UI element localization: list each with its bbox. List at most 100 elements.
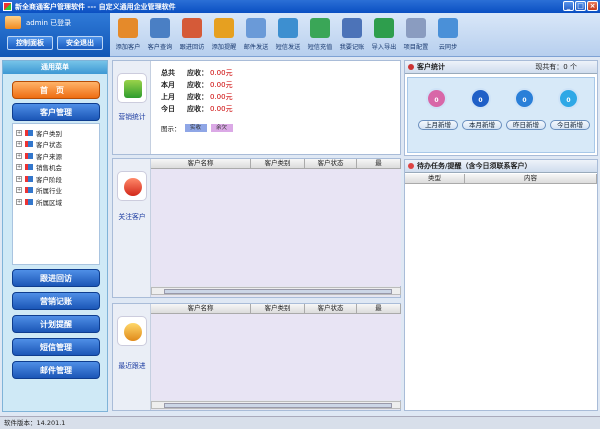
recent-followup-icon[interactable] [117, 316, 147, 346]
tree-item-1[interactable]: + 客户状态 [16, 139, 96, 151]
tasks-table-body[interactable] [405, 184, 597, 410]
toolbar-button-1[interactable]: 客户查询 [144, 15, 176, 55]
expand-icon[interactable]: + [16, 175, 22, 182]
tree-node-icon [25, 198, 33, 205]
toolbar-button-8[interactable]: 导入导出 [368, 15, 400, 55]
stat-button-2[interactable]: 昨日新增 [506, 120, 546, 130]
cloud-sync-icon [438, 18, 458, 38]
column-header[interactable]: 最 [357, 304, 401, 313]
attention-hscrollbar[interactable] [151, 287, 401, 295]
toolbar-button-5[interactable]: 短信发送 [272, 15, 304, 55]
tree-item-5[interactable]: + 所属行业 [16, 185, 96, 197]
customer-stats-panel: 客户统计 现共有：0 个 0 上月新增 0 本月新增 0 昨日新增 0 今日新增 [404, 60, 598, 156]
toolbar-label: 添加提醒 [211, 44, 237, 51]
tree-node-icon [25, 164, 33, 171]
column-header[interactable]: 客户类别 [251, 159, 305, 168]
nav-item-4[interactable]: 邮件管理 [12, 361, 100, 379]
tree-item-label: 所属区域 [36, 198, 62, 207]
tree-node-icon [25, 129, 33, 136]
tree-item-label: 客户类别 [36, 129, 62, 138]
toolbar-label: 项目配置 [403, 44, 429, 51]
toolbar-label: 我要记账 [339, 44, 365, 51]
toolbar-button-4[interactable]: 邮件发送 [240, 15, 272, 55]
column-header[interactable]: 客户状态 [305, 159, 357, 168]
attention-table-body[interactable] [151, 169, 401, 286]
status-bar: 软件版本：14.201.1 [0, 416, 600, 429]
sales-row: 上月 应收： 0.00元 [161, 91, 233, 103]
recent-hscrollbar[interactable] [151, 401, 401, 409]
sidebar: 通用菜单 首页 客户管理 + 客户类别 + 客户状态 + 客户来源 + 销售机会 + 客户阶段 + 所… [2, 60, 108, 412]
tree-node-icon [25, 175, 33, 182]
sales-legend: 图示： 实收 余欠 [161, 123, 233, 133]
tree-node-icon [25, 152, 33, 159]
column-header[interactable]: 客户类别 [251, 304, 305, 313]
sales-value: 0.00元 [210, 105, 233, 113]
toolbar-label: 云同步 [438, 44, 458, 51]
calendar-config-icon [406, 18, 426, 38]
expand-icon[interactable]: + [16, 187, 22, 194]
maximize-button[interactable]: □ [575, 1, 586, 11]
nav-customer-management[interactable]: 客户管理 [12, 103, 100, 121]
recent-table-header: 客户名称 客户类别 客户状态最 [151, 304, 401, 314]
toolbar-button-10[interactable]: 云同步 [432, 15, 464, 55]
control-panel-button[interactable]: 控制面板 [7, 36, 53, 50]
tree-item-4[interactable]: + 客户阶段 [16, 173, 96, 185]
column-header[interactable]: 客户名称 [151, 304, 251, 313]
add-customer-icon [118, 18, 138, 38]
toolbar-label: 跟进回访 [179, 44, 205, 51]
expand-icon[interactable]: + [16, 198, 22, 205]
column-header[interactable]: 客户状态 [305, 304, 357, 313]
sales-stats-icon[interactable] [117, 73, 147, 103]
toolbar-label: 客户查询 [147, 44, 173, 51]
tree-item-3[interactable]: + 销售机会 [16, 162, 96, 174]
toolbar-label: 导入导出 [371, 44, 397, 51]
column-header[interactable]: 内容 [465, 174, 597, 183]
toolbar-button-2[interactable]: 跟进回访 [176, 15, 208, 55]
nav-item-1[interactable]: 营销记账 [12, 292, 100, 310]
minimize-button[interactable]: _ [563, 1, 574, 11]
toolbar-label: 短信发送 [275, 44, 301, 51]
expand-icon[interactable]: + [16, 164, 22, 171]
recent-followup-label[interactable]: 最近跟进 [113, 360, 151, 370]
stat-button-0[interactable]: 上月新增 [418, 120, 458, 130]
attention-customer-icon[interactable] [117, 171, 147, 201]
nav-item-0[interactable]: 跟进回访 [12, 269, 100, 287]
logout-button[interactable]: 安全退出 [57, 36, 103, 50]
stat-circle: 0 [426, 88, 447, 109]
sales-period: 总共 [161, 69, 175, 77]
expand-icon[interactable]: + [16, 152, 22, 159]
sales-label: 应收： [187, 105, 208, 113]
sales-stats-label[interactable]: 营销统计 [113, 111, 151, 121]
column-header[interactable]: 类型 [405, 174, 465, 183]
toolbar-button-9[interactable]: 项目配置 [400, 15, 432, 55]
legend-label: 图示： [161, 125, 181, 133]
column-header[interactable]: 最 [357, 159, 401, 168]
tree-item-0[interactable]: + 客户类别 [16, 127, 96, 139]
toolbar-label: 添加客户 [115, 44, 141, 51]
user-box: admin 已登录 控制面板 安全退出 [0, 13, 110, 57]
customer-stats-title: 客户统计 [417, 63, 445, 71]
sales-label: 应收： [187, 81, 208, 89]
toolbar-button-6[interactable]: 短信充值 [304, 15, 336, 55]
tree-item-label: 客户阶段 [36, 175, 62, 184]
tree-item-label: 所属行业 [36, 187, 62, 196]
expand-icon[interactable]: + [16, 141, 22, 148]
customer-tree: + 客户类别 + 客户状态 + 客户来源 + 销售机会 + 客户阶段 + 所属行业 + 所属区域 [12, 123, 100, 265]
stat-button-3[interactable]: 今日新增 [550, 120, 590, 130]
nav-home[interactable]: 首页 [12, 81, 100, 99]
nav-item-3[interactable]: 短信管理 [12, 338, 100, 356]
column-header[interactable]: 客户名称 [151, 159, 251, 168]
import-export-icon [374, 18, 394, 38]
recent-table-body[interactable] [151, 314, 401, 400]
close-button[interactable]: × [587, 1, 598, 11]
toolbar-button-0[interactable]: 添加客户 [112, 15, 144, 55]
nav-item-2[interactable]: 计划提醒 [12, 315, 100, 333]
attention-customers-label[interactable]: 关注客户 [113, 211, 151, 221]
toolbar-button-3[interactable]: 添加提醒 [208, 15, 240, 55]
tree-item-6[interactable]: + 所属区域 [16, 196, 96, 208]
tree-item-2[interactable]: + 客户来源 [16, 150, 96, 162]
toolbar-button-7[interactable]: 我要记账 [336, 15, 368, 55]
stat-button-1[interactable]: 本月新增 [462, 120, 502, 130]
sales-value: 0.00元 [210, 69, 233, 77]
expand-icon[interactable]: + [16, 129, 22, 136]
